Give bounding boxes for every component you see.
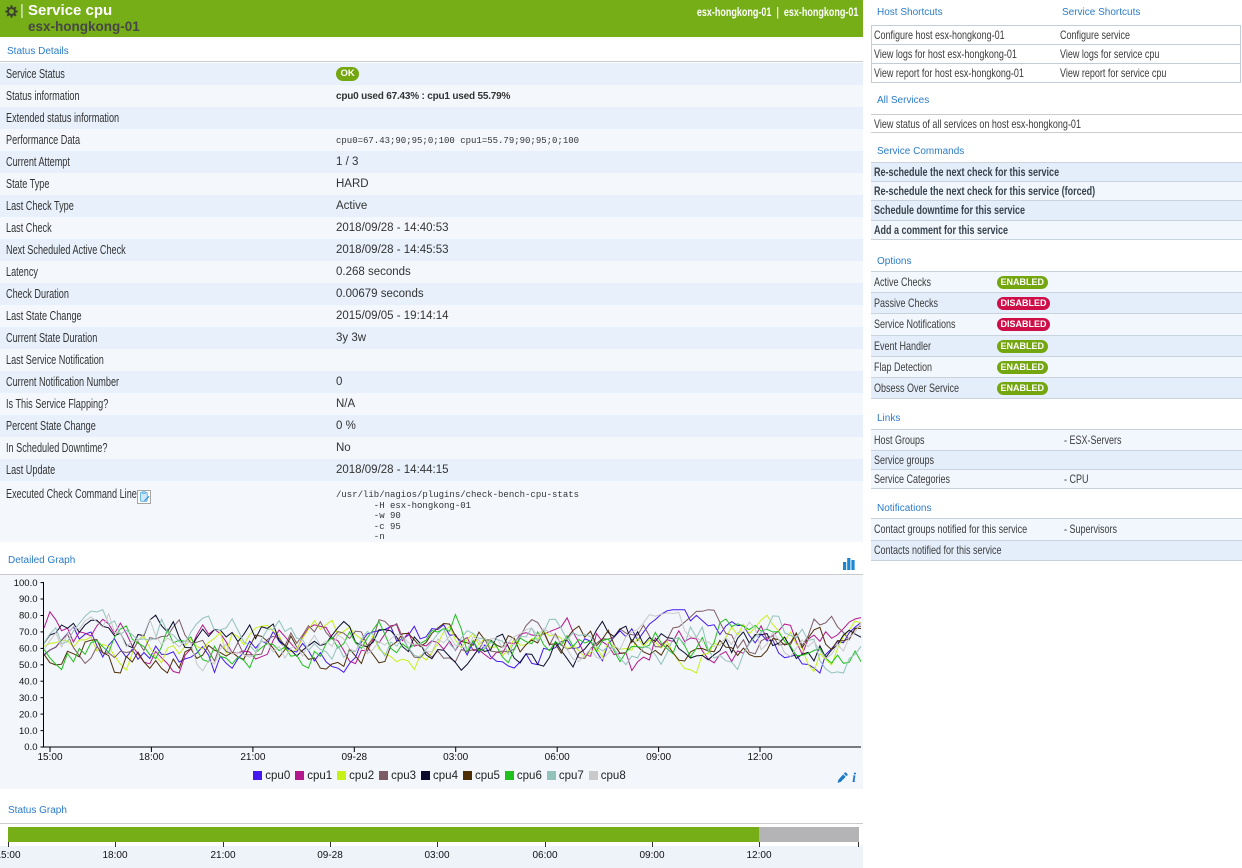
- svg-text:70.0: 70.0: [19, 627, 38, 638]
- svg-text:03:00: 03:00: [443, 752, 468, 763]
- svg-text:06:00: 06:00: [545, 752, 570, 763]
- svg-text:09:00: 09:00: [646, 752, 671, 763]
- svg-text:30.0: 30.0: [19, 693, 38, 704]
- svg-text:20.0: 20.0: [19, 709, 38, 720]
- svg-text:60.0: 60.0: [19, 644, 38, 655]
- svg-text:0.0: 0.0: [24, 742, 37, 753]
- svg-text:12:00: 12:00: [747, 752, 772, 763]
- svg-text:15:00: 15:00: [37, 752, 62, 763]
- svg-text:40.0: 40.0: [19, 676, 38, 687]
- svg-text:80.0: 80.0: [19, 611, 38, 622]
- svg-text:10.0: 10.0: [19, 726, 38, 737]
- svg-text:09-28: 09-28: [342, 752, 368, 763]
- svg-text:90.0: 90.0: [19, 594, 38, 605]
- svg-text:18:00: 18:00: [139, 752, 164, 763]
- svg-text:100.0: 100.0: [14, 578, 38, 589]
- svg-text:50.0: 50.0: [19, 660, 38, 671]
- svg-text:21:00: 21:00: [240, 752, 265, 763]
